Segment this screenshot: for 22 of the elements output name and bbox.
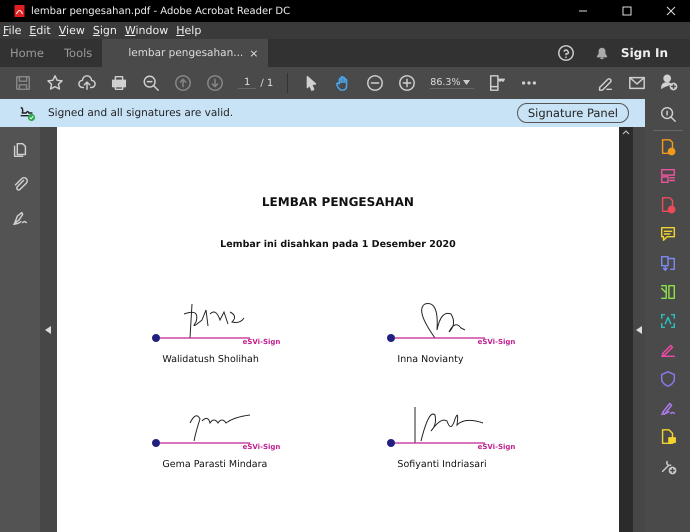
- menu-item[interactable]: Sign: [92, 24, 117, 37]
- sign-in-link[interactable]: Sign In: [620, 46, 668, 60]
- signer-name: Gema Parasti Mindara: [162, 459, 268, 470]
- zoom-dropdown[interactable]: 86.3%: [430, 77, 474, 89]
- signer-name: Sofiyanti Indriasari: [397, 459, 487, 470]
- menu-item[interactable]: Help: [176, 24, 202, 37]
- signer-name: Walidatush Sholihah: [162, 354, 259, 365]
- menu-item[interactable]: View: [58, 24, 85, 37]
- tab[interactable]: lembar pengesahan... ×: [102, 39, 268, 67]
- document-title: LEMBAR PENGESAHAN: [262, 195, 414, 209]
- page-total: / 1: [260, 78, 274, 88]
- signer-name: Inna Novianty: [397, 354, 464, 365]
- tab[interactable]: Tools: [54, 39, 102, 67]
- menu-item[interactable]: File: [3, 24, 22, 37]
- menu-item[interactable]: Window: [124, 24, 168, 37]
- tab[interactable]: Home: [0, 39, 54, 67]
- window-title: lembar pengesahan.pdf - Adobe Acrobat Reader DC: [31, 6, 290, 16]
- signature-panel-button[interactable]: Signature Panel: [516, 103, 629, 123]
- menu-item[interactable]: Edit: [29, 24, 51, 37]
- signature-status-message: Signed and all signatures are valid.: [48, 107, 234, 119]
- document-subtitle: Lembar ini disahkan pada 1 Desember 2020: [220, 239, 456, 250]
- page-number-field[interactable]: 1: [238, 77, 256, 89]
